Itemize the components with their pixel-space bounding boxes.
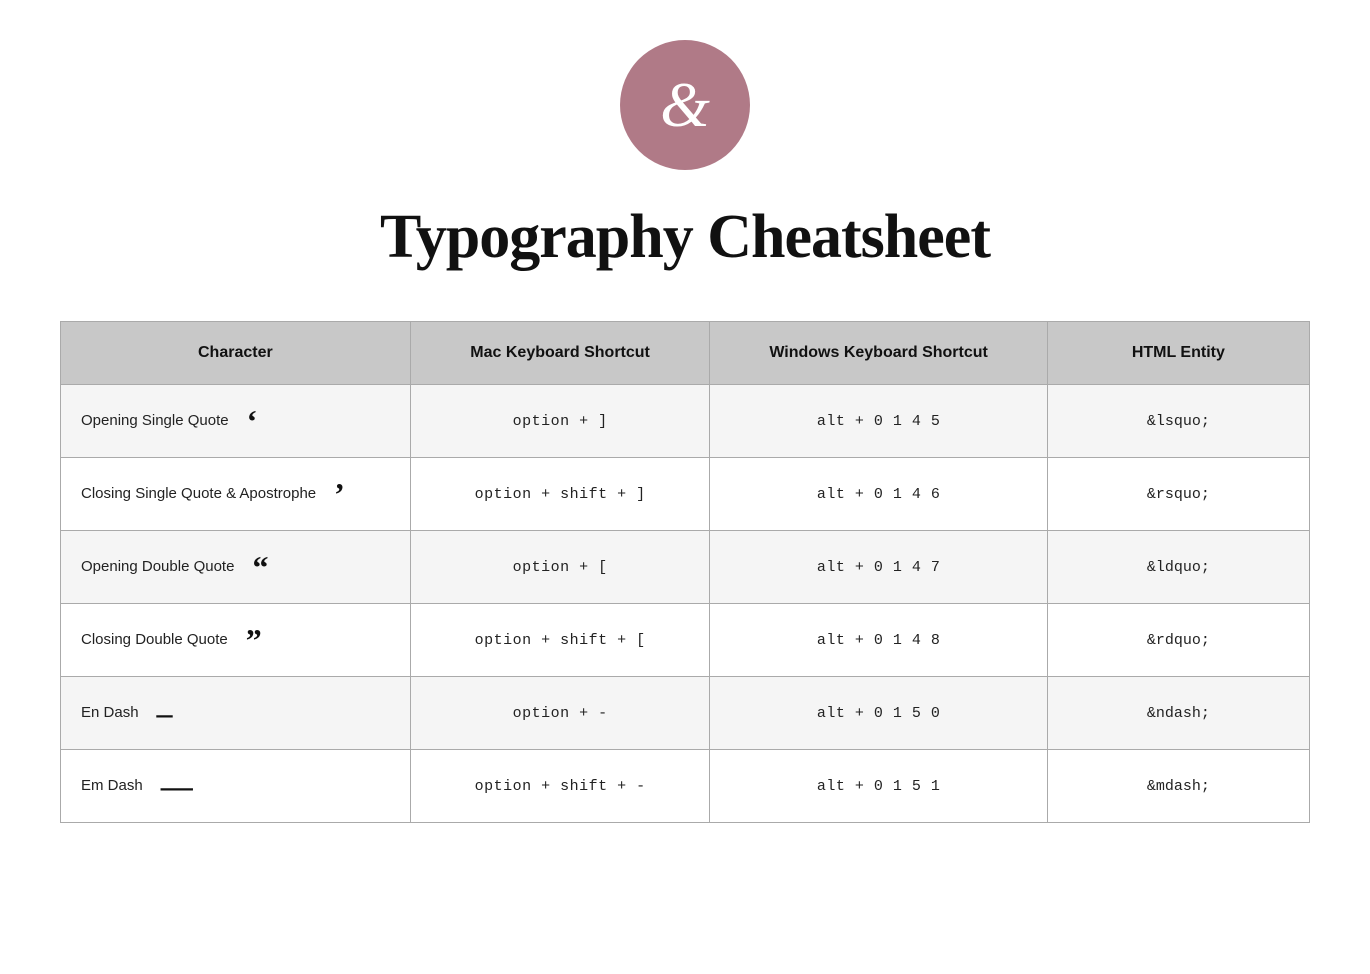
windows-shortcut-3: alt + 0 1 4 8 — [710, 604, 1047, 677]
char-glyph-0: ‘ — [247, 405, 287, 437]
char-name-3: Closing Double Quote — [81, 630, 228, 650]
cheatsheet-table: Character Mac Keyboard Shortcut Windows … — [60, 321, 1310, 823]
char-name-2: Opening Double Quote — [81, 557, 234, 577]
table-row: En Dash–option + -alt + 0 1 5 0&ndash; — [61, 677, 1310, 750]
table-body: Opening Single Quote‘option + ]alt + 0 1… — [61, 385, 1310, 823]
windows-shortcut-4: alt + 0 1 5 0 — [710, 677, 1047, 750]
col-header-html: HTML Entity — [1047, 322, 1309, 385]
windows-shortcut-2: alt + 0 1 4 7 — [710, 531, 1047, 604]
char-cell-1: Closing Single Quote & Apostrophe ’ — [61, 458, 411, 531]
table-row: Closing Double Quote ” option + shift + [a… — [61, 604, 1310, 677]
table-row: Closing Single Quote & Apostrophe ’ option… — [61, 458, 1310, 531]
html-entity-0: &lsquo; — [1047, 385, 1309, 458]
char-glyph-5: — — [161, 770, 201, 802]
windows-shortcut-0: alt + 0 1 4 5 — [710, 385, 1047, 458]
table-row: Opening Double Quote “ option + [alt + 0 1… — [61, 531, 1310, 604]
html-entity-3: &rdquo; — [1047, 604, 1309, 677]
logo-circle: & — [620, 40, 750, 170]
mac-shortcut-0: option + ] — [410, 385, 710, 458]
mac-shortcut-3: option + shift + [ — [410, 604, 710, 677]
logo-ampersand-icon: & — [660, 73, 710, 137]
table-header: Character Mac Keyboard Shortcut Windows … — [61, 322, 1310, 385]
html-entity-1: &rsquo; — [1047, 458, 1309, 531]
col-header-character: Character — [61, 322, 411, 385]
char-name-5: Em Dash — [81, 776, 143, 796]
col-header-windows: Windows Keyboard Shortcut — [710, 322, 1047, 385]
col-header-mac: Mac Keyboard Shortcut — [410, 322, 710, 385]
html-entity-2: &ldquo; — [1047, 531, 1309, 604]
char-cell-0: Opening Single Quote ‘ — [61, 385, 411, 458]
char-glyph-4: – — [157, 697, 197, 729]
html-entity-4: &ndash; — [1047, 677, 1309, 750]
char-name-1: Closing Single Quote & Apostrophe — [81, 484, 316, 504]
mac-shortcut-2: option + [ — [410, 531, 710, 604]
windows-shortcut-1: alt + 0 1 4 6 — [710, 458, 1047, 531]
mac-shortcut-1: option + shift + ] — [410, 458, 710, 531]
char-glyph-1: ’ — [334, 478, 374, 510]
table-row: Em Dash — option + shift + -alt + 0 1 5 1&… — [61, 750, 1310, 823]
char-cell-2: Opening Double Quote “ — [61, 531, 411, 604]
page-title: Typography Cheatsheet — [380, 202, 990, 273]
page-header: & Typography Cheatsheet — [60, 40, 1310, 273]
table-row: Opening Single Quote ‘ option + ]alt + 0 1… — [61, 385, 1310, 458]
char-name-0: Opening Single Quote — [81, 411, 229, 431]
mac-shortcut-5: option + shift + - — [410, 750, 710, 823]
html-entity-5: &mdash; — [1047, 750, 1309, 823]
char-cell-5: Em Dash — — [61, 750, 411, 823]
char-name-4: En Dash — [81, 703, 139, 723]
char-glyph-2: “ — [252, 551, 292, 583]
mac-shortcut-4: option + - — [410, 677, 710, 750]
char-glyph-3: ” — [246, 624, 286, 656]
header-row: Character Mac Keyboard Shortcut Windows … — [61, 322, 1310, 385]
char-cell-4: En Dash– — [61, 677, 411, 750]
char-cell-3: Closing Double Quote ” — [61, 604, 411, 677]
windows-shortcut-5: alt + 0 1 5 1 — [710, 750, 1047, 823]
